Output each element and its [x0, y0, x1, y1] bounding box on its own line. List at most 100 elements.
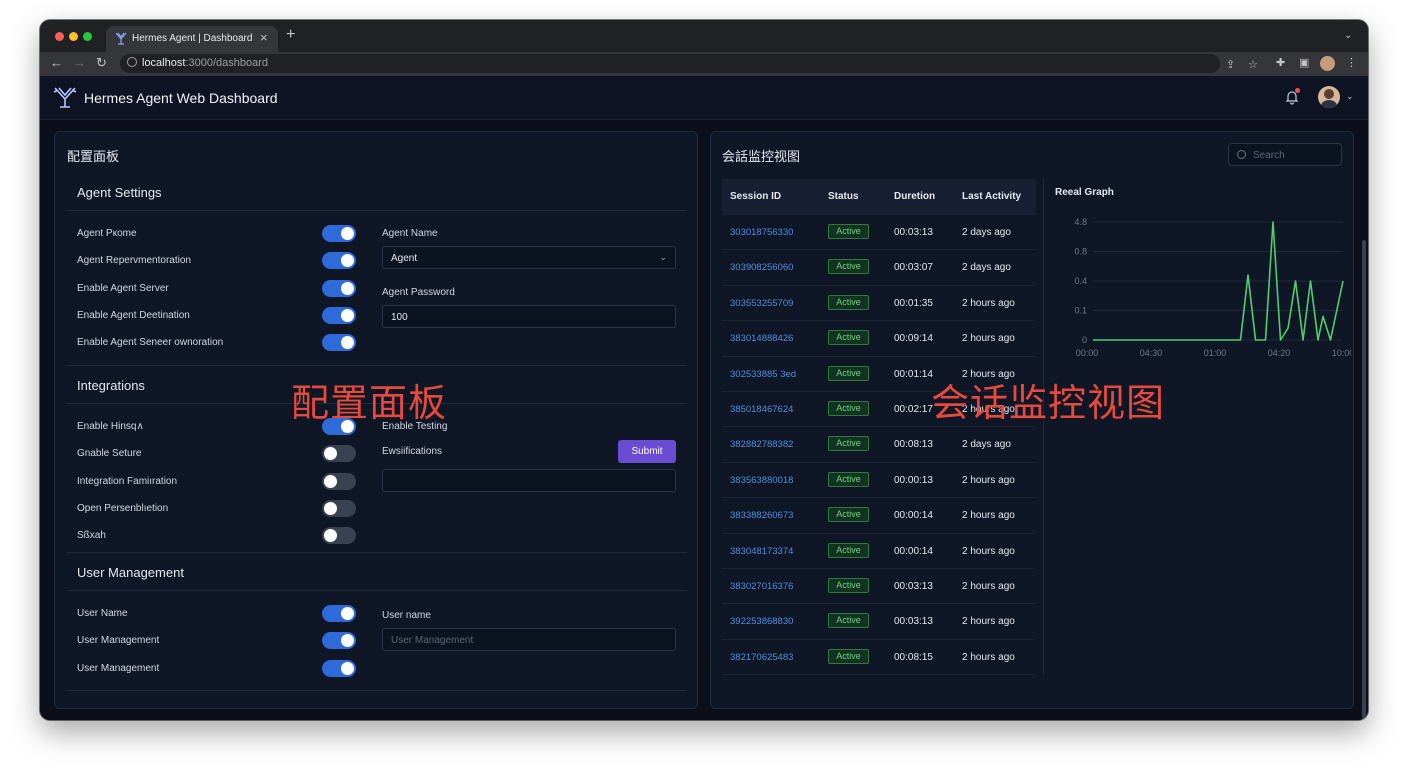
browser-profile-avatar[interactable]: [1320, 56, 1335, 71]
table-row[interactable]: 382882788382 Active 00:08:13 2 days ago: [722, 427, 1036, 463]
y-tick-label: 4.8: [1074, 217, 1087, 227]
table-row[interactable]: 392253868830 Active 00:03:13 2 hours ago: [722, 604, 1036, 640]
notifications-label: Ewsiifications: [382, 446, 443, 457]
hermes-logo-icon: [53, 87, 77, 108]
hermes-favicon-icon: [115, 32, 127, 45]
agent-toggle-2[interactable]: [322, 252, 356, 269]
session-id-link[interactable]: 383027016376: [730, 581, 793, 592]
tab-list-chevron-icon[interactable]: ⌄: [1344, 30, 1352, 41]
session-duration: 00:01:35: [894, 297, 933, 309]
search-input[interactable]: Search: [1228, 143, 1342, 166]
agent-password-field[interactable]: 100: [382, 305, 676, 328]
x-tick-label: 01:00: [1204, 348, 1227, 358]
column-header-last-activity[interactable]: Last Activity: [962, 191, 1021, 202]
divider: [67, 690, 687, 691]
session-id-link[interactable]: 303908256060: [730, 262, 793, 273]
url-text[interactable]: localhost:3000/dashboard: [142, 57, 268, 69]
page-scrollbar[interactable]: [1362, 240, 1366, 720]
table-row[interactable]: 383048173374 Active 00:00:14 2 hours ago: [722, 534, 1036, 569]
user-toggle-1[interactable]: [322, 605, 356, 622]
agent-toggle-4[interactable]: [322, 307, 356, 324]
user-toggle-2[interactable]: [322, 632, 356, 649]
table-row[interactable]: 382170625483 Active 00:08:15 2 hours ago: [722, 640, 1036, 676]
address-bar[interactable]: localhost:3000/dashboard ⇪ ☆: [120, 54, 1258, 73]
section-title-user-management: User Management: [77, 565, 184, 580]
share-icon[interactable]: ⇪: [1226, 58, 1235, 72]
agent-password-label: Agent Password: [382, 287, 455, 298]
table-row[interactable]: 383388260673 Active 00:00:14 2 hours ago: [722, 498, 1036, 534]
toggle-label: Enable Hinsq∧: [77, 421, 144, 432]
session-last-activity: 2 days ago: [962, 262, 1011, 274]
x-tick-label: 04:20: [1268, 348, 1291, 358]
integration-toggle-3[interactable]: [322, 473, 356, 490]
table-row[interactable]: 303018756330 Active 00:03:13 2 days ago: [722, 215, 1036, 251]
user-avatar[interactable]: [1318, 86, 1340, 108]
toggle-label: Open Persenblıetion: [77, 503, 169, 514]
maximize-window-button[interactable]: [83, 32, 92, 41]
browser-menu-icon[interactable]: ⋮: [1346, 56, 1357, 70]
column-header-session-id[interactable]: Session ID: [730, 191, 781, 202]
tab-close-icon[interactable]: ×: [260, 30, 268, 45]
table-row[interactable]: 303553255709 Active 00:01:35 2 hours ago: [722, 286, 1036, 322]
session-id-link[interactable]: 303553255709: [730, 298, 793, 309]
reload-icon[interactable]: ↻: [96, 55, 107, 71]
back-arrow-icon[interactable]: ←: [50, 55, 63, 71]
side-panel-icon[interactable]: ▣: [1299, 56, 1309, 70]
session-id-link[interactable]: 392253868830: [730, 616, 793, 627]
column-header-duration[interactable]: Duretion: [894, 191, 935, 202]
session-id-link[interactable]: 383014888426: [730, 333, 793, 344]
session-id-link[interactable]: 303018756330: [730, 227, 793, 238]
session-id-link[interactable]: 382170625483: [730, 652, 793, 663]
new-tab-button[interactable]: +: [286, 27, 295, 43]
user-name-field[interactable]: User Management: [382, 628, 676, 651]
close-window-button[interactable]: [55, 32, 64, 41]
session-last-activity: 2 hours ago: [962, 333, 1015, 345]
status-badge: Active: [828, 401, 869, 416]
submit-button[interactable]: Submit: [618, 440, 676, 463]
table-row[interactable]: 383027016376 Active 00:03:13 2 hours ago: [722, 569, 1036, 605]
agent-name-select[interactable]: Agent ⌄: [382, 246, 676, 269]
chevron-down-icon[interactable]: ⌄: [1346, 91, 1354, 102]
session-id-link[interactable]: 302533885 3ed: [730, 369, 796, 380]
integration-toggle-2[interactable]: [322, 445, 356, 462]
bookmark-star-icon[interactable]: ☆: [1248, 58, 1258, 72]
session-id-link[interactable]: 383563880018: [730, 475, 793, 486]
toggle-label: User Management: [77, 635, 160, 646]
table-row[interactable]: 383563880018 Active 00:00:13 2 hours ago: [722, 463, 1036, 499]
enable-agent-server-toggle[interactable]: [322, 280, 356, 297]
column-header-status[interactable]: Status: [828, 191, 859, 202]
divider: [67, 210, 687, 211]
session-id-link[interactable]: 383388260673: [730, 510, 793, 521]
session-id-link[interactable]: 383048173374: [730, 546, 793, 557]
session-last-activity: 2 hours ago: [962, 297, 1015, 309]
integration-toggle-4[interactable]: [322, 500, 356, 517]
section-title-integrations: Integrations: [77, 378, 145, 393]
integration-toggle-5[interactable]: [322, 527, 356, 544]
extensions-puzzle-icon[interactable]: ✚: [1276, 56, 1285, 70]
session-duration: 00:08:13: [894, 439, 933, 451]
agent-toggle-5[interactable]: [322, 334, 356, 351]
config-panel-title: 配置面板: [67, 149, 120, 164]
notifications-input[interactable]: [382, 469, 676, 492]
notification-dot: [1295, 88, 1300, 93]
session-last-activity: 2 hours ago: [962, 651, 1015, 663]
forward-arrow-icon[interactable]: →: [73, 55, 86, 71]
table-row[interactable]: 303908256060 Active 00:03:07 2 days ago: [722, 250, 1036, 286]
agent-name-label: Agent Name: [382, 228, 438, 239]
session-duration: 00:03:07: [894, 262, 933, 274]
status-badge: Active: [828, 259, 869, 275]
site-info-icon[interactable]: [127, 57, 137, 67]
y-tick-label: 0.8: [1074, 247, 1087, 257]
table-row[interactable]: 383014888426 Active 00:09:14 2 hours ago: [722, 321, 1036, 357]
session-id-link[interactable]: 385018467624: [730, 404, 793, 415]
minimize-window-button[interactable]: [69, 32, 78, 41]
divider: [67, 552, 687, 553]
session-id-link[interactable]: 382882788382: [730, 439, 793, 450]
dashboard-main: 配置面板 Agent Settings Agent Pкоme Agent Re…: [40, 120, 1368, 720]
status-badge: Active: [828, 578, 869, 593]
agent-toggle-1[interactable]: [322, 225, 356, 242]
status-badge: Active: [828, 507, 869, 523]
browser-tab-dashboard[interactable]: Hermes Agent | Dashboard ×: [106, 26, 278, 52]
toggle-label: User Management: [77, 663, 160, 674]
user-toggle-3[interactable]: [322, 660, 356, 677]
